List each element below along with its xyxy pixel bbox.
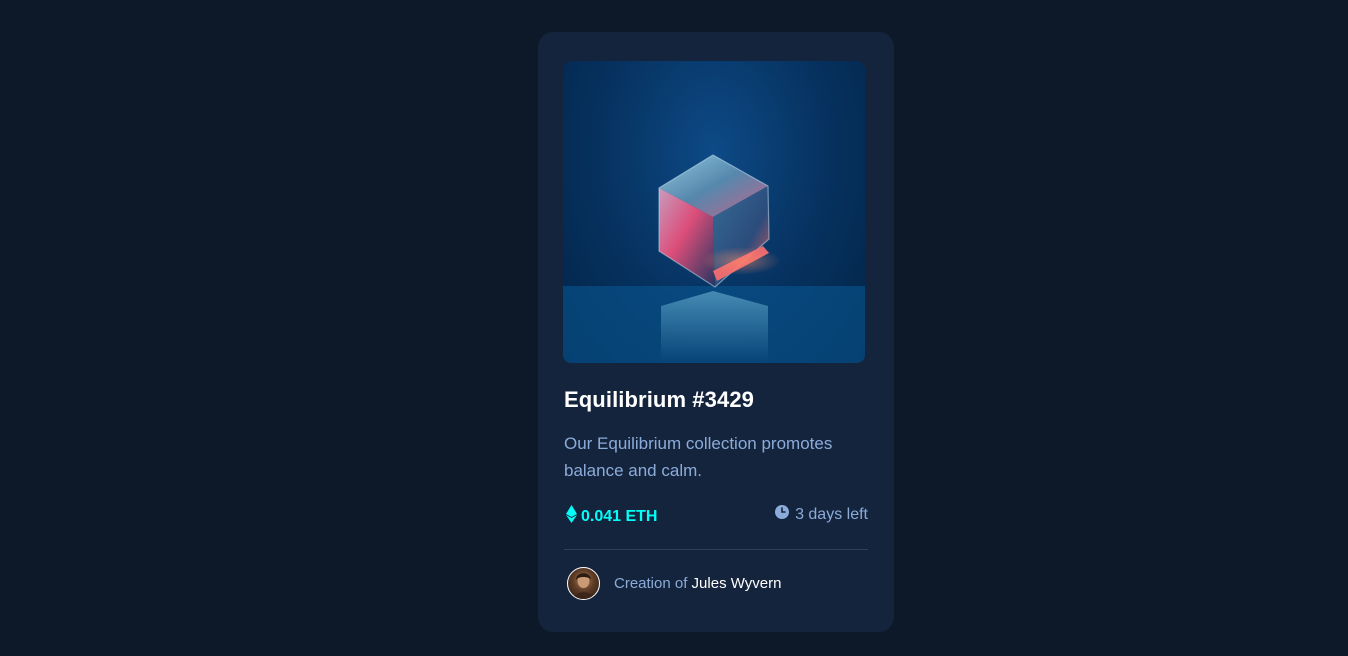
price-info: 0.041 ETH	[566, 505, 657, 528]
time-info: 3 days left	[775, 505, 868, 524]
creator-info: Creation of Jules Wyvern	[567, 567, 781, 600]
clock-icon	[775, 505, 790, 524]
card-title[interactable]: Equilibrium #3429	[564, 387, 754, 413]
cube-illustration	[563, 154, 865, 363]
creator-prefix: Creation of	[614, 575, 688, 592]
equilibrium-image[interactable]	[563, 61, 865, 363]
nft-card: Equilibrium #3429 Our Equilibrium collec…	[538, 32, 894, 632]
creator-name-link[interactable]: Jules Wyvern	[692, 575, 782, 592]
time-left-value: 3 days left	[795, 505, 868, 523]
price-value: 0.041 ETH	[581, 507, 658, 525]
ethereum-icon	[566, 505, 577, 528]
divider	[564, 549, 868, 550]
avatar	[567, 567, 600, 600]
card-description: Our Equilibrium collection promotes bala…	[564, 434, 833, 480]
